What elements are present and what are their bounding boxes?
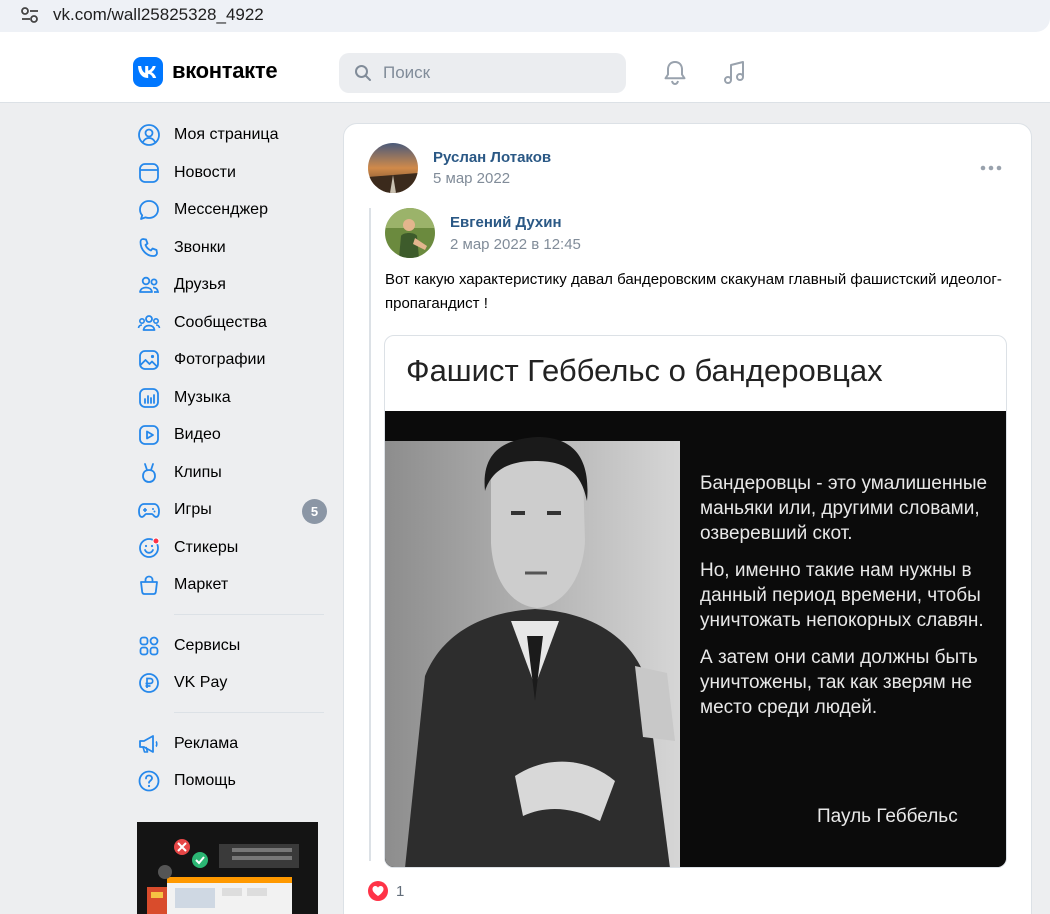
sidebar-item-market[interactable]: Маркет bbox=[133, 565, 328, 603]
search-input[interactable] bbox=[383, 61, 613, 85]
clips-icon bbox=[142, 462, 156, 483]
attached-image[interactable]: Фашист Геббельс о бандеровцах Бандеровцы… bbox=[384, 335, 1007, 868]
sidebar-item-label: Моя страница bbox=[174, 126, 279, 143]
sidebar-item-games[interactable]: Игры 5 bbox=[133, 490, 328, 528]
sidebar-item-calls[interactable]: Звонки bbox=[133, 228, 328, 266]
avatar-image bbox=[368, 143, 418, 193]
vkpay-icon bbox=[139, 673, 159, 693]
photo: Бандеровцы - это умалишенные маньяки или… bbox=[385, 411, 1006, 867]
sidebar-item-label: Видео bbox=[174, 426, 221, 443]
help-icon bbox=[138, 770, 160, 792]
author-avatar[interactable] bbox=[368, 143, 418, 193]
site-settings-icon[interactable] bbox=[20, 6, 40, 24]
sidebar-item-label: Стикеры bbox=[174, 538, 239, 556]
quote-block: Бандеровцы - это умалишенные маньяки или… bbox=[700, 471, 990, 732]
sidebar-ad-banner[interactable] bbox=[137, 822, 318, 914]
search-icon bbox=[355, 65, 371, 81]
services-icon bbox=[139, 636, 159, 655]
repost-author-link[interactable]: Евгений Духин bbox=[450, 214, 562, 231]
url-text: vk.com/wall25825328_4922 bbox=[53, 5, 264, 24]
browser-address-bar: vk.com/wall25825328_4922 bbox=[0, 0, 1050, 41]
sidebar-item-label: Сообщества bbox=[174, 313, 267, 331]
quote-signature: Пауль Геббельс bbox=[817, 806, 958, 827]
repost-indicator-bar bbox=[369, 208, 371, 861]
sidebar-item-services[interactable]: Сервисы bbox=[133, 626, 328, 664]
sidebar-item-communities[interactable]: Сообщества bbox=[133, 303, 328, 341]
post-author-link[interactable]: Руслан Лотаков bbox=[433, 149, 551, 166]
quote-paragraph: Бандеровцы - это умалишенные маньяки или… bbox=[700, 473, 988, 544]
sidebar-item-label: Музыка bbox=[174, 388, 231, 406]
like-heart-icon[interactable] bbox=[368, 881, 388, 901]
message-icon bbox=[139, 200, 159, 220]
music-icon bbox=[139, 387, 159, 408]
sidebar-item-ads[interactable]: Реклама bbox=[133, 724, 328, 762]
url-field[interactable]: vk.com/wall25825328_4922 bbox=[0, 0, 1050, 32]
left-sidebar: Моя страница Новости Мессенджер Звонки Д… bbox=[133, 115, 328, 799]
repost-date[interactable]: 2 мар 2022 в 12:45 bbox=[450, 236, 581, 253]
friends-icon bbox=[139, 276, 160, 293]
stickers-icon bbox=[139, 537, 160, 558]
quote-paragraph: А затем они сами должны быть уничтожены,… bbox=[700, 647, 978, 718]
post-text: Вот какую характеристику давал бандеровс… bbox=[385, 271, 1002, 312]
sidebar-item-label: Сервисы bbox=[174, 636, 241, 654]
likes-count: 1 bbox=[396, 883, 405, 900]
sidebar-item-vkpay[interactable]: VK Pay bbox=[133, 663, 328, 701]
more-options-icon[interactable] bbox=[980, 164, 1002, 172]
user-circle-icon bbox=[138, 124, 160, 146]
communities-icon bbox=[137, 314, 161, 331]
notifications-bell-icon[interactable] bbox=[662, 59, 688, 87]
ads-icon bbox=[139, 734, 158, 753]
sidebar-item-label: Фотографии bbox=[174, 351, 266, 368]
sidebar-item-help[interactable]: Помощь bbox=[133, 761, 328, 799]
ad-illustration bbox=[137, 822, 318, 914]
image-title: Фашист Геббельс о бандеровцах bbox=[406, 353, 883, 388]
avatar-image bbox=[385, 208, 435, 258]
sidebar-item-label: Реклама bbox=[174, 734, 239, 752]
vk-header: вконтакте bbox=[0, 41, 1050, 103]
games-icon bbox=[138, 503, 160, 518]
photos-icon bbox=[139, 350, 159, 370]
sidebar-item-label: VK Pay bbox=[174, 674, 228, 691]
sidebar-item-label: Новости bbox=[174, 163, 236, 181]
sidebar-item-label: Игры bbox=[174, 501, 212, 518]
sidebar-item-music[interactable]: Музыка bbox=[133, 378, 328, 416]
sidebar-item-news[interactable]: Новости bbox=[133, 153, 328, 191]
music-player-icon[interactable] bbox=[721, 59, 749, 87]
sidebar-item-friends[interactable]: Друзья bbox=[133, 265, 328, 303]
market-icon bbox=[140, 575, 158, 595]
post-date[interactable]: 5 мар 2022 bbox=[433, 170, 510, 187]
sidebar-item-clips[interactable]: Клипы bbox=[133, 453, 328, 491]
sidebar-item-label: Друзья bbox=[174, 276, 226, 293]
sidebar-item-photos[interactable]: Фотографии bbox=[133, 340, 328, 378]
vk-logo-icon[interactable] bbox=[133, 57, 163, 87]
newsfeed-icon bbox=[139, 162, 159, 183]
quote-paragraph: Но, именно такие нам нужны в данный пери… bbox=[700, 560, 984, 631]
sidebar-item-messenger[interactable]: Мессенджер bbox=[133, 190, 328, 228]
search-box[interactable] bbox=[339, 53, 626, 93]
sidebar-divider bbox=[174, 613, 324, 615]
sidebar-item-stickers[interactable]: Стикеры bbox=[133, 528, 328, 566]
sidebar-item-label: Мессенджер bbox=[174, 201, 268, 218]
sidebar-item-label: Помощь bbox=[174, 772, 236, 789]
vk-wordmark[interactable]: вконтакте bbox=[172, 58, 278, 84]
sidebar-divider bbox=[174, 711, 324, 713]
video-icon bbox=[139, 425, 159, 445]
sidebar-item-label: Клипы bbox=[174, 463, 222, 481]
sidebar-item-label: Звонки bbox=[174, 238, 226, 256]
repost-author-avatar[interactable] bbox=[385, 208, 435, 258]
sidebar-item-video[interactable]: Видео bbox=[133, 415, 328, 453]
sidebar-item-my-page[interactable]: Моя страница bbox=[133, 115, 328, 153]
sidebar-item-label: Маркет bbox=[174, 576, 229, 593]
phone-icon bbox=[139, 237, 158, 257]
games-count-badge: 5 bbox=[302, 499, 327, 524]
